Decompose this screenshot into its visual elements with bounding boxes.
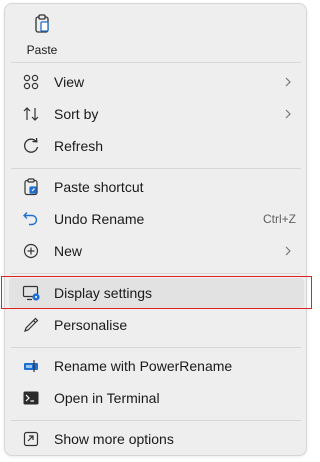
chevron-right-icon [285,246,291,256]
divider [11,273,301,274]
menu-item-label: Sort by [54,106,99,122]
menu-item-personalise[interactable]: Personalise [9,310,304,340]
divider [11,420,301,421]
paste-button[interactable]: Paste [17,14,67,59]
menu-item-open-terminal[interactable]: Open in Terminal [9,383,304,413]
menu-item-label: Undo Rename [54,211,145,227]
chevron-right-icon [285,109,291,119]
menu-item-paste-shortcut[interactable]: Paste shortcut [9,172,304,202]
powerrename-icon [21,356,41,376]
menu-item-refresh[interactable]: Refresh [9,131,304,161]
menu-item-label: View [54,74,85,90]
divider [11,62,301,63]
menu-item-label: New [54,243,83,259]
sort-icon [21,104,41,124]
menu-item-new[interactable]: New [9,236,304,266]
menu-item-label: Paste shortcut [54,179,144,195]
divider [11,347,301,348]
menu-item-powerrename[interactable]: Rename with PowerRename [9,351,304,381]
divider [11,168,301,169]
more-options-icon [21,429,41,449]
menu-item-undo-rename[interactable]: Undo Rename Ctrl+Z [9,204,304,234]
terminal-icon [21,388,41,408]
chevron-right-icon [285,77,291,87]
grid-icon [21,72,41,92]
menu-item-sort-by[interactable]: Sort by [9,99,304,129]
display-settings-icon [21,283,41,303]
menu-item-label: Display settings [54,285,153,301]
refresh-icon [21,136,41,156]
menu-item-display-settings[interactable]: Display settings [9,278,304,308]
paste-shortcut-icon [21,177,41,197]
clipboard-icon [33,14,51,39]
paste-label: Paste [26,43,58,57]
pen-icon [21,315,41,335]
plus-circle-icon [21,241,41,261]
menu-item-label: Show more options [54,431,174,447]
menu-item-view[interactable]: View [9,67,304,97]
menu-item-label: Open in Terminal [54,390,160,406]
menu-item-label: Rename with PowerRename [54,358,233,374]
context-menu: Paste View Sort by Refresh Paste shortcu… [4,3,307,456]
menu-item-label: Personalise [54,317,128,333]
undo-icon [21,209,41,229]
menu-item-label: Refresh [54,138,104,154]
shortcut-hint: Ctrl+Z [263,212,296,226]
menu-item-show-more-options[interactable]: Show more options [9,424,304,454]
